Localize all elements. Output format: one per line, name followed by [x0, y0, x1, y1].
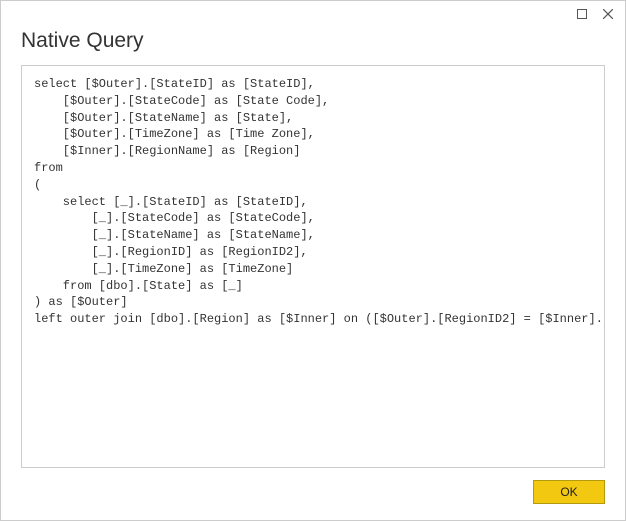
button-row: OK — [21, 480, 605, 504]
close-icon — [603, 9, 613, 19]
maximize-icon — [577, 9, 587, 19]
content-area: Native Query select [$Outer].[StateID] a… — [1, 27, 625, 520]
close-button[interactable] — [595, 4, 621, 24]
ok-button[interactable]: OK — [533, 480, 605, 504]
query-text: select [$Outer].[StateID] as [StateID], … — [21, 65, 605, 468]
maximize-button[interactable] — [569, 4, 595, 24]
dialog-title: Native Query — [21, 29, 605, 53]
titlebar — [1, 1, 625, 27]
